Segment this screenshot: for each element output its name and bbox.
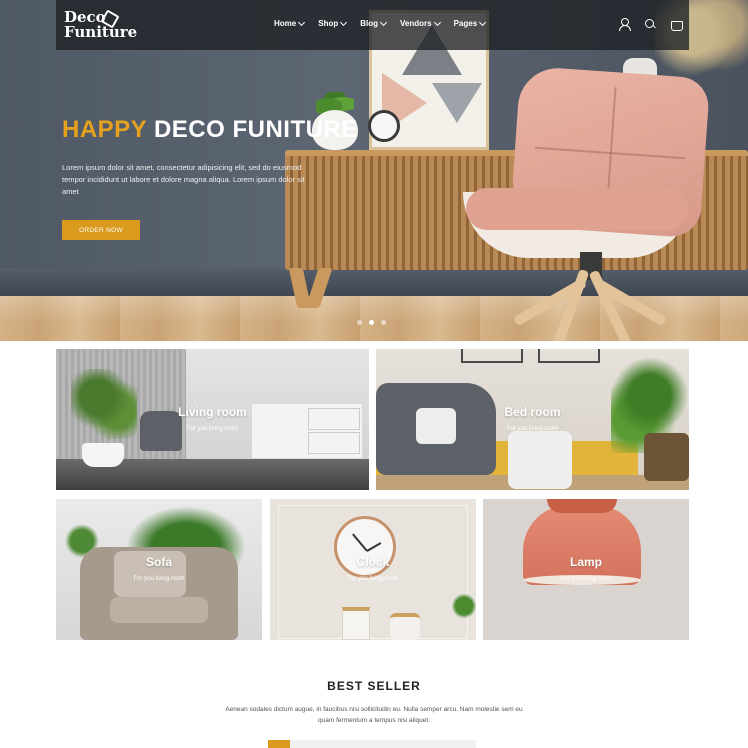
menu-item-shop[interactable]: Shop <box>318 18 348 28</box>
menu-label: Shop <box>318 19 339 28</box>
chevron-down-icon <box>433 18 441 26</box>
chevron-down-icon <box>479 18 487 26</box>
menu-label: Pages <box>453 19 478 28</box>
table-clock <box>368 110 400 142</box>
menu-label: Home <box>274 19 297 28</box>
category-subtitle: For you living room <box>506 426 559 432</box>
logo-line-2: Funiture <box>64 23 138 41</box>
pendant-lamp <box>523 505 641 585</box>
hero-title: HAPPY DECO FUNITURE <box>62 116 358 144</box>
main-menu: Home Shop Blog Vendors Pages <box>274 18 487 28</box>
slide-dot-3[interactable] <box>381 320 386 325</box>
hero-baseboard <box>0 268 748 298</box>
menu-item-pages[interactable]: Pages <box>453 18 487 28</box>
order-now-button[interactable]: ORDER NOW <box>62 220 140 240</box>
menu-item-home[interactable]: Home <box>274 18 306 28</box>
menu-label: Blog <box>360 19 379 28</box>
category-card-bed-room[interactable]: Bed room For you living room <box>376 349 689 490</box>
product-tabs[interactable] <box>268 740 476 748</box>
category-title: Clock <box>356 555 390 569</box>
menu-item-blog[interactable]: Blog <box>360 18 388 28</box>
slide-dot-1[interactable] <box>357 320 362 325</box>
armchair-cushion <box>466 188 688 230</box>
product-tab-active[interactable] <box>268 740 290 748</box>
cart-icon[interactable] <box>670 18 683 31</box>
slider-dots <box>357 320 386 325</box>
chevron-down-icon <box>340 18 348 26</box>
category-card-clock[interactable]: Clock For you living room <box>270 499 476 640</box>
site-logo[interactable]: Deco Funiture <box>64 10 137 40</box>
category-title: Lamp <box>569 555 602 569</box>
category-subtitle: For you living room <box>560 576 612 582</box>
hero-title-main: DECO FUNITURE <box>153 116 358 143</box>
menu-label: Vendors <box>400 19 432 28</box>
hero-banner: HAPPY DECO FUNITURE Lorem ipsum dolor si… <box>0 0 748 341</box>
category-title: Sofa <box>145 555 172 569</box>
category-subtitle: For you living room <box>186 426 239 432</box>
nav-icons <box>618 18 683 31</box>
chevron-down-icon <box>379 18 388 26</box>
hero-title-accent: HAPPY <box>62 116 147 143</box>
best-seller-title: BEST SELLER <box>327 679 421 693</box>
hero-description: Lorem ipsum dolor sit amet, consectetur … <box>62 163 305 196</box>
category-subtitle: For you living room <box>347 576 399 582</box>
category-title: Living room <box>178 405 247 419</box>
category-card-lamp[interactable]: Lamp For you living room <box>483 499 689 640</box>
top-navbar: Deco Funiture Home Shop Blog Vendors Pag… <box>56 0 689 50</box>
menu-item-vendors[interactable]: Vendors <box>400 18 441 28</box>
category-subtitle: For you living room <box>133 576 185 582</box>
search-icon[interactable] <box>644 18 656 30</box>
category-card-living-room[interactable]: Living room For you living room <box>56 349 369 490</box>
side-table <box>508 431 572 489</box>
slide-dot-2[interactable] <box>369 320 374 325</box>
chevron-down-icon <box>298 18 306 26</box>
user-icon[interactable] <box>618 18 631 31</box>
category-title: Bed room <box>504 405 561 419</box>
best-seller-description: Aenean sodales dictum augue, in faucibus… <box>225 706 523 724</box>
category-card-sofa[interactable]: Sofa For you living room <box>56 499 262 640</box>
